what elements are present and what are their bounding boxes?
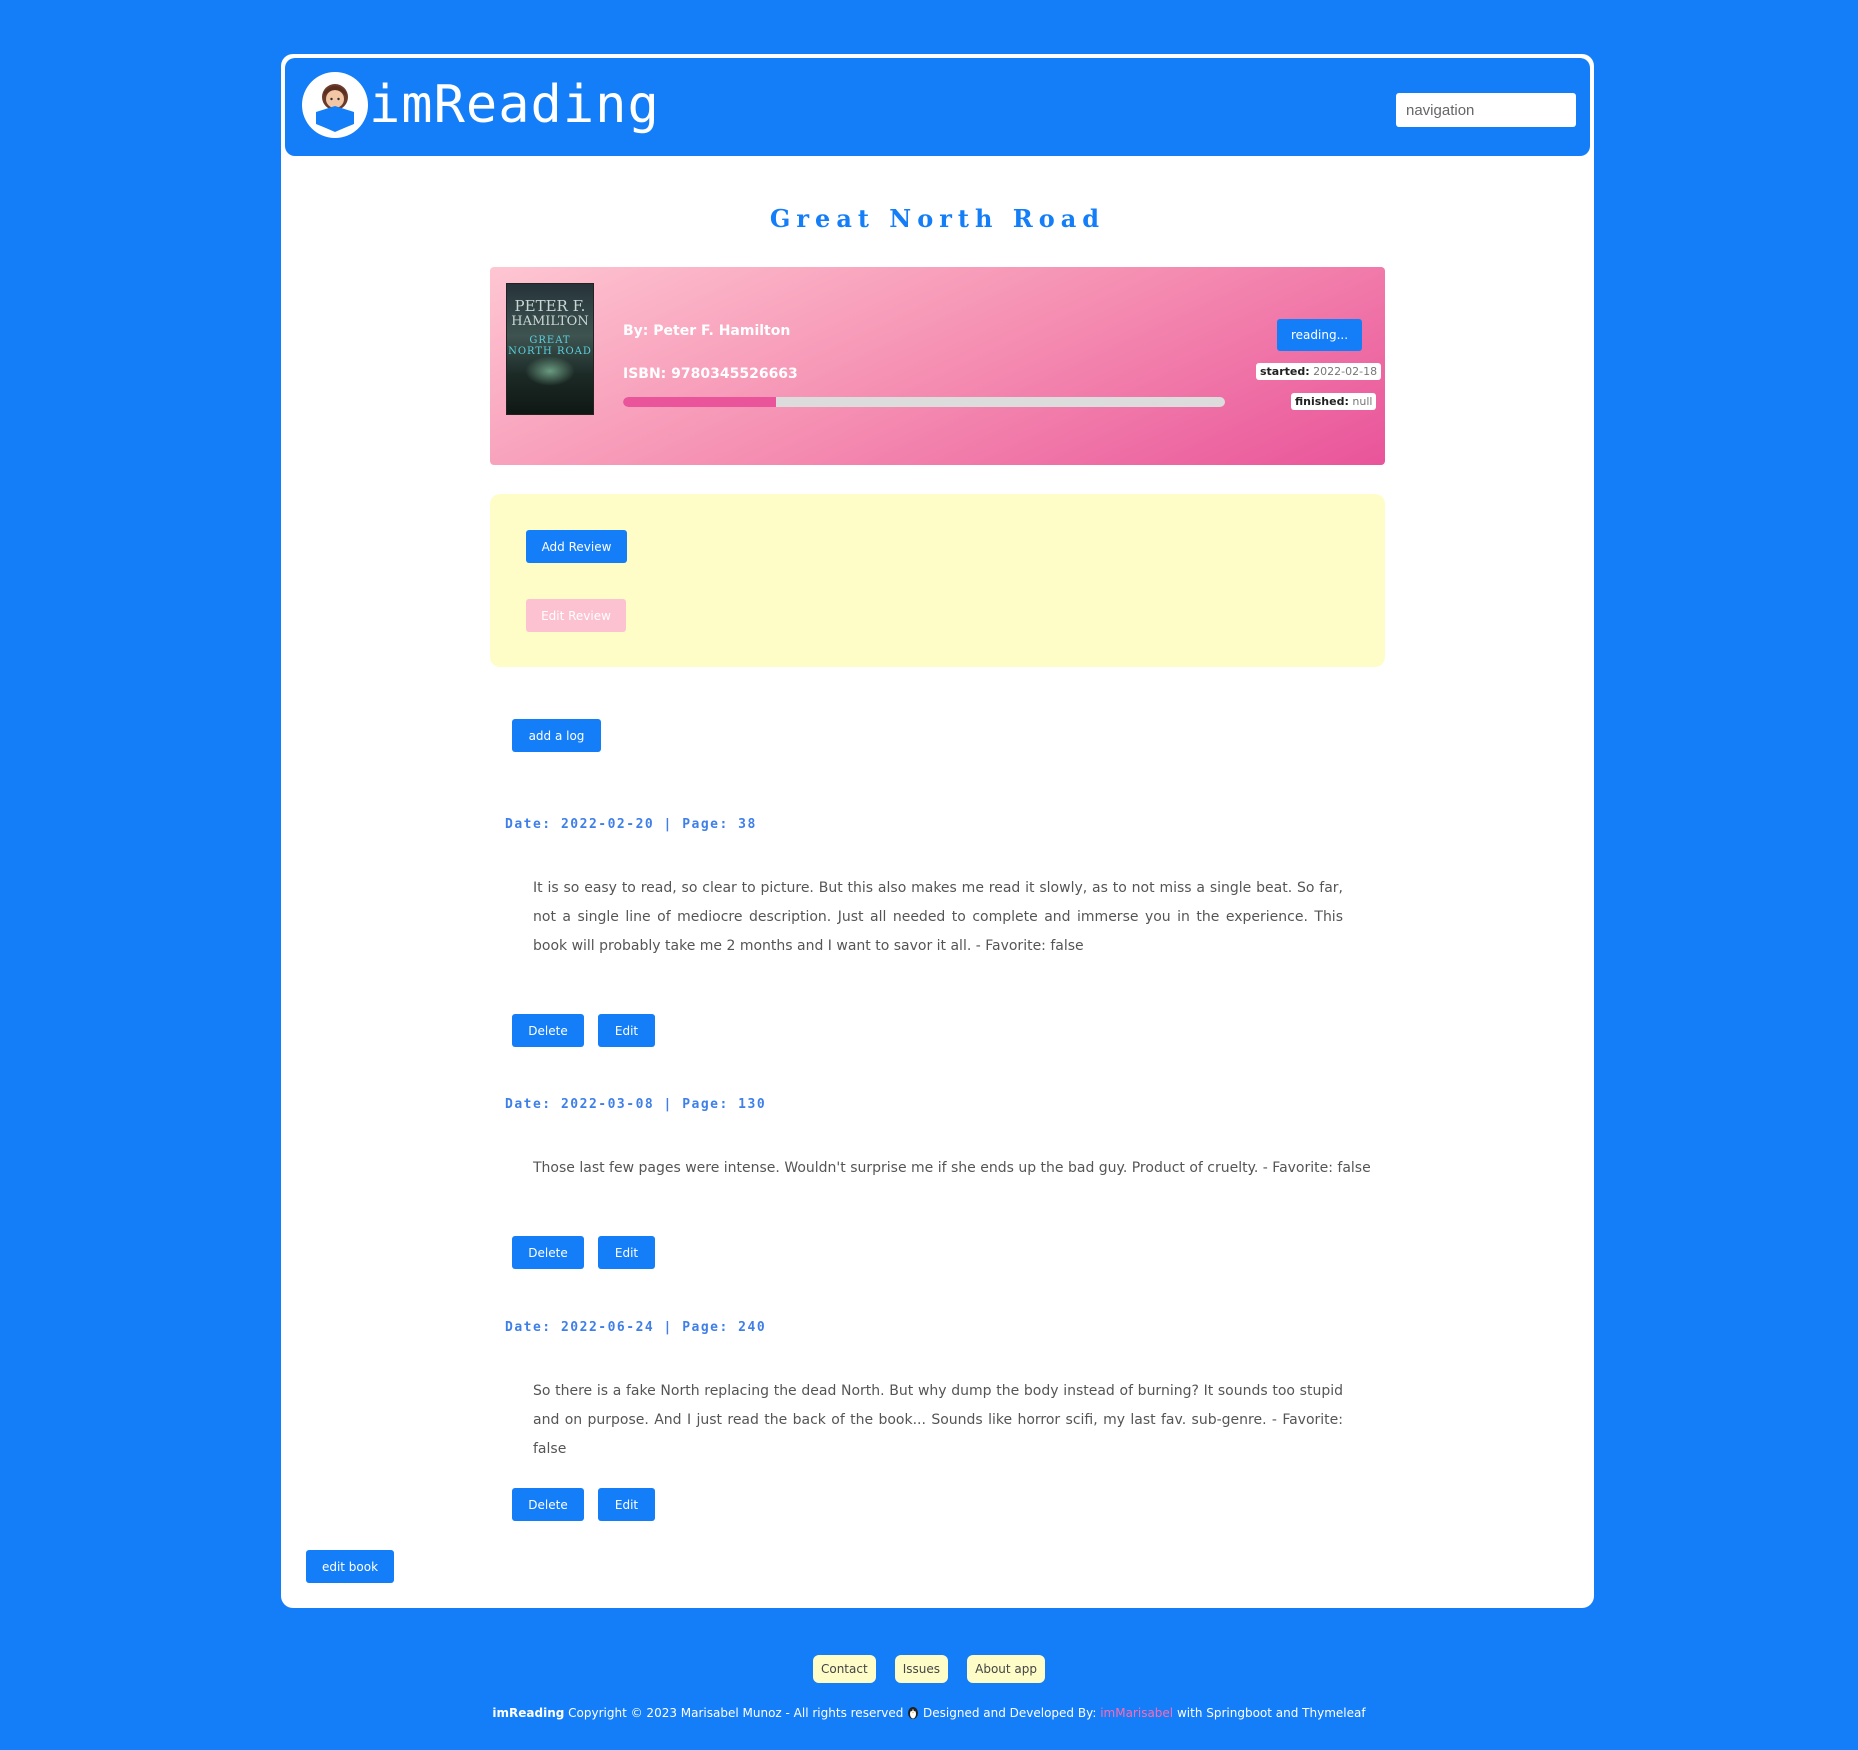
log-text: It is so easy to read, so clear to pictu… [533, 880, 1343, 954]
footer-issues-link[interactable]: Issues [894, 1655, 949, 1683]
designed-by-text: Designed and Developed By: [923, 1706, 1097, 1720]
main-card: imReading Great North Road PETER F. HAMI… [281, 54, 1594, 1608]
book-info-panel: PETER F. HAMILTON GREAT NORTH ROAD By: P… [490, 267, 1385, 465]
developer-link[interactable]: imMarisabel [1100, 1706, 1173, 1720]
tech-text: with Springboot and Thymeleaf [1176, 1706, 1366, 1720]
log-header: Date: 2022-02-20 | Page: 38 [505, 817, 757, 832]
started-label: started: [1260, 365, 1310, 378]
app-name[interactable]: imReading [369, 70, 660, 140]
cover-title: GREAT NORTH ROAD [508, 335, 592, 357]
footer-brand: imReading [492, 1706, 565, 1720]
edit-log-button[interactable]: Edit [598, 1014, 655, 1047]
footer-copyright: imReading Copyright © 2023 Marisabel Mun… [0, 1706, 1858, 1720]
reading-status-button[interactable]: reading... [1277, 319, 1362, 351]
log-header: Date: 2022-06-24 | Page: 240 [505, 1320, 767, 1335]
log-header: Date: 2022-03-08 | Page: 130 [505, 1097, 767, 1112]
finished-value: null [1352, 395, 1373, 408]
delete-log-button[interactable]: Delete [512, 1014, 584, 1047]
cover-author-line-1: PETER F. [514, 297, 586, 315]
penguin-avatar-icon [907, 1706, 923, 1720]
edit-log-button[interactable]: Edit [598, 1488, 655, 1521]
book-title: Great North Road [769, 204, 1106, 233]
book-author: By: Peter F. Hamilton [623, 323, 791, 339]
add-log-button[interactable]: add a log [512, 719, 601, 752]
copyright-text: Copyright © 2023 Marisabel Munoz - All r… [568, 1706, 904, 1720]
add-review-button[interactable]: Add Review [526, 530, 627, 563]
delete-log-button[interactable]: Delete [512, 1488, 584, 1521]
started-value: 2022-02-18 [1313, 365, 1378, 378]
review-panel: Add Review Edit Review [490, 494, 1385, 667]
started-date-tag: started: 2022-02-18 [1256, 363, 1382, 380]
app-header: imReading [285, 58, 1590, 156]
edit-log-button[interactable]: Edit [598, 1236, 655, 1269]
log-text: So there is a fake North replacing the d… [533, 1383, 1343, 1457]
log-text: Those last few pages were intense. Would… [533, 1160, 1371, 1176]
book-isbn: ISBN: 9780345526663 [623, 366, 798, 382]
finished-label: finished: [1295, 395, 1349, 408]
edit-book-button[interactable]: edit book [306, 1550, 394, 1583]
footer-links: Contact Issues About app [0, 1655, 1858, 1683]
finished-date-tag: finished: null [1291, 393, 1377, 410]
reading-progress-fill [623, 397, 776, 407]
footer-contact-link[interactable]: Contact [812, 1655, 876, 1683]
book-cover-image: PETER F. HAMILTON GREAT NORTH ROAD [506, 283, 594, 415]
footer-about-link[interactable]: About app [967, 1655, 1046, 1683]
cover-author-line-2: HAMILTON [511, 314, 589, 329]
girl-reading-logo-icon[interactable] [302, 72, 368, 138]
reading-progress-bar [623, 397, 1225, 407]
delete-log-button[interactable]: Delete [512, 1236, 584, 1269]
edit-review-button[interactable]: Edit Review [526, 599, 626, 632]
navigation-input[interactable] [1396, 93, 1576, 127]
cover-art [525, 356, 575, 386]
